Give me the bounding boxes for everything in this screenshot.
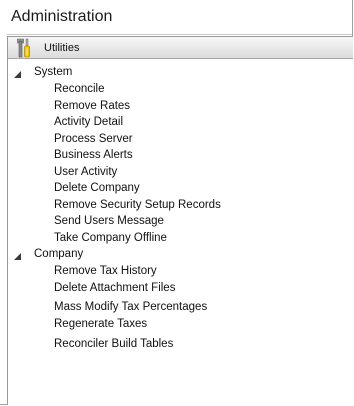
- tree-group-system[interactable]: System: [34, 64, 72, 80]
- tree-item-send-users-message[interactable]: Send Users Message: [54, 213, 164, 229]
- tree-item-reconcile[interactable]: Reconcile: [54, 81, 105, 97]
- tree-item-process-server[interactable]: Process Server: [54, 131, 133, 147]
- system-expander[interactable]: [11, 66, 25, 82]
- expanded-triangle-icon: [14, 253, 21, 260]
- tree-item-delete-attachment-files[interactable]: Delete Attachment Files: [54, 280, 175, 296]
- tree-item-user-activity[interactable]: User Activity: [54, 164, 117, 180]
- administration-window: Administration Utilities System Reconcil…: [0, 0, 353, 405]
- expanded-triangle-icon: [14, 71, 21, 78]
- tree-item-regenerate-taxes[interactable]: Regenerate Taxes: [54, 316, 147, 332]
- tree-item-take-company-offline[interactable]: Take Company Offline: [54, 230, 167, 246]
- tree-item-reconciler-build-tables[interactable]: Reconciler Build Tables: [54, 336, 173, 352]
- tree-item-activity-detail[interactable]: Activity Detail: [54, 114, 123, 130]
- title-divider: [7, 34, 352, 35]
- company-expander[interactable]: [11, 248, 25, 264]
- tree-item-mass-modify-tax-percentages[interactable]: Mass Modify Tax Percentages: [54, 299, 207, 315]
- tree-group-company[interactable]: Company: [34, 246, 83, 262]
- utilities-header-label: Utilities: [44, 42, 80, 54]
- utilities-panel: Utilities System Reconcile Remove Rates …: [7, 36, 353, 405]
- tools-icon: [14, 37, 38, 59]
- tree-item-remove-security-setup-records[interactable]: Remove Security Setup Records: [54, 197, 221, 213]
- tree-item-delete-company[interactable]: Delete Company: [54, 180, 140, 196]
- tree-item-business-alerts[interactable]: Business Alerts: [54, 147, 133, 163]
- tree-item-remove-tax-history[interactable]: Remove Tax History: [54, 263, 157, 279]
- page-title: Administration: [11, 8, 113, 25]
- tree-item-remove-rates[interactable]: Remove Rates: [54, 98, 130, 114]
- utilities-header[interactable]: Utilities: [8, 37, 353, 59]
